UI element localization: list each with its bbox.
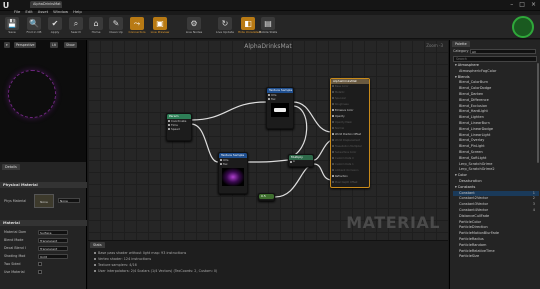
physical-material-section[interactable]: Physical Material <box>0 182 87 188</box>
radial-indicator-icon <box>512 16 534 38</box>
clean-up-icon: ✎ <box>109 17 123 30</box>
preview-viewport[interactable]: ▾ Perspective Lit Show <box>0 40 87 162</box>
details-tab[interactable]: Details <box>2 164 20 170</box>
material-section[interactable]: Material <box>0 220 87 226</box>
use-material-row: Use Material <box>4 269 84 275</box>
use-material-checkbox[interactable] <box>38 270 42 274</box>
texture-sample-node-2[interactable]: Texture Sample UVs Tex <box>218 152 248 194</box>
save-button[interactable]: 💾 Save <box>2 16 22 38</box>
two-sided-row: Two Sided <box>4 261 84 267</box>
home-icon: ⌂ <box>89 17 103 30</box>
result-pin[interactable]: Pixel Depth Offset <box>331 180 369 186</box>
viewport-menu-button[interactable]: ▾ <box>4 42 10 48</box>
toolbar: 💾 Save 🔍 Find in CB ✔ Apply ⌕ Search ⌂ Home ✎… <box>0 15 540 39</box>
connectors-icon: ⤳ <box>130 17 144 30</box>
hide-unrelated-button[interactable]: ◧ Hide Unrelated <box>238 16 261 38</box>
blend-mode-row: Blend Mode Translucent <box>4 237 84 243</box>
document-tab[interactable]: AlphaDrinksMat <box>30 1 62 8</box>
home-button[interactable]: ⌂ Home <box>86 16 106 38</box>
palette-panel: Palette Category All Search ▾Atmosphere A… <box>449 40 540 289</box>
wire <box>190 101 267 121</box>
texture-thumbnail <box>222 168 244 186</box>
category-label: Category <box>453 49 469 53</box>
connectors-button[interactable]: ⤳ Connectors <box>127 16 147 38</box>
unreal-logo-icon: U <box>2 1 10 10</box>
expand-arrow-icon: ▾ <box>455 74 457 79</box>
search-button[interactable]: ⌕ Search <box>66 16 86 38</box>
phys-material-row: Phys Material None None <box>4 194 84 208</box>
decal-blend-row: Decal Blend I Translucent <box>4 245 84 251</box>
blend-mode-select[interactable]: Translucent <box>38 237 68 243</box>
show-button[interactable]: Show <box>64 42 77 48</box>
category-select[interactable]: All <box>470 49 536 54</box>
stats-panel: Stats Base pass shader without light map… <box>88 240 448 289</box>
stats-tab[interactable]: Stats <box>90 242 105 248</box>
window-controls: – □ × <box>510 1 536 9</box>
material-graph[interactable]: AlphaDrinksMat Zoom -3 Param Coordinate … <box>88 40 448 240</box>
phys-material-thumbnail[interactable]: None <box>34 194 54 208</box>
material-result-node[interactable]: AlphaDrinksMat Base Color Metallic Specula… <box>330 78 370 188</box>
live-nodes-button[interactable]: ⚙ Live Nodes <box>184 16 204 38</box>
palette-item[interactable]: ParticleSize <box>453 254 539 260</box>
details-panel: Details Physical Material Phys Material … <box>0 162 87 289</box>
mobile-stats-button[interactable]: ▤ Mobile Stats <box>258 16 278 38</box>
close-icon[interactable]: × <box>531 1 536 9</box>
apply-button[interactable]: ✔ Apply <box>45 16 65 38</box>
graph-wires <box>190 101 333 198</box>
hide-unrelated-icon: ◧ <box>241 17 255 30</box>
stats-line: User interpolators: 2/4 Scalars (1/4 Vec… <box>94 268 434 274</box>
lit-button[interactable]: Lit <box>50 42 58 48</box>
perspective-button[interactable]: Perspective <box>14 42 37 48</box>
expand-arrow-icon: ▾ <box>455 63 457 67</box>
palette-scrollbar[interactable] <box>537 63 539 163</box>
material-watermark: MATERIAL <box>346 213 440 232</box>
wire <box>274 163 315 198</box>
maximize-icon[interactable]: □ <box>519 1 525 9</box>
expand-arrow-icon: ▾ <box>455 173 457 178</box>
live-preview-icon: ▣ <box>153 17 167 30</box>
stats-list: Base pass shader without light map: 93 i… <box>94 250 434 274</box>
live-update-button[interactable]: ↻ Live Update <box>215 16 235 38</box>
browse-icon: 🔍 <box>27 17 41 30</box>
live-nodes-icon: ⚙ <box>187 17 201 30</box>
decal-blend-select[interactable]: Translucent <box>38 245 68 251</box>
multiply-node[interactable]: Multiply A <box>288 154 314 167</box>
texture-thumbnail <box>271 103 289 117</box>
texture-sample-node-1[interactable]: Texture Sample UVs Tex <box>266 87 294 129</box>
save-icon: 💾 <box>5 17 19 30</box>
palette-tab[interactable]: Palette <box>452 41 470 47</box>
shading-model-select[interactable]: Unlit <box>38 253 68 259</box>
wire <box>190 123 219 163</box>
minimize-icon[interactable]: – <box>510 1 513 9</box>
param-node[interactable]: Param Coordinate Time Speed <box>166 113 192 141</box>
find-in-cb-button[interactable]: 🔍 Find in CB <box>24 16 44 38</box>
wire <box>292 101 333 133</box>
expand-arrow-icon: ▾ <box>455 184 457 189</box>
clean-up-button[interactable]: ✎ Clean Up <box>106 16 126 38</box>
material-domain-select[interactable]: Surface <box>38 229 68 235</box>
live-preview-button[interactable]: ▣ Live Preview <box>150 16 170 38</box>
apply-icon: ✔ <box>48 17 62 30</box>
palette-search-input[interactable]: Search <box>453 56 537 62</box>
shading-model-row: Shading Mod Unlit <box>4 253 84 259</box>
live-update-icon: ↻ <box>218 17 232 30</box>
phys-material-select[interactable]: None <box>58 198 80 203</box>
wire <box>247 159 289 163</box>
mobile-stats-icon: ▤ <box>261 17 275 30</box>
material-domain-row: Material Dom Surface <box>4 229 84 235</box>
two-sided-checkbox[interactable] <box>38 262 42 266</box>
search-icon: ⌕ <box>69 17 83 30</box>
constant-node[interactable]: 0.5 <box>258 193 275 201</box>
result-pins: Base Color Metallic Specular Roughness Emiss… <box>331 84 369 186</box>
palette-list: ▾Atmosphere AtmosphericFogColor ▾Blends Ble… <box>453 63 539 260</box>
material-preview-mesh <box>8 70 56 118</box>
